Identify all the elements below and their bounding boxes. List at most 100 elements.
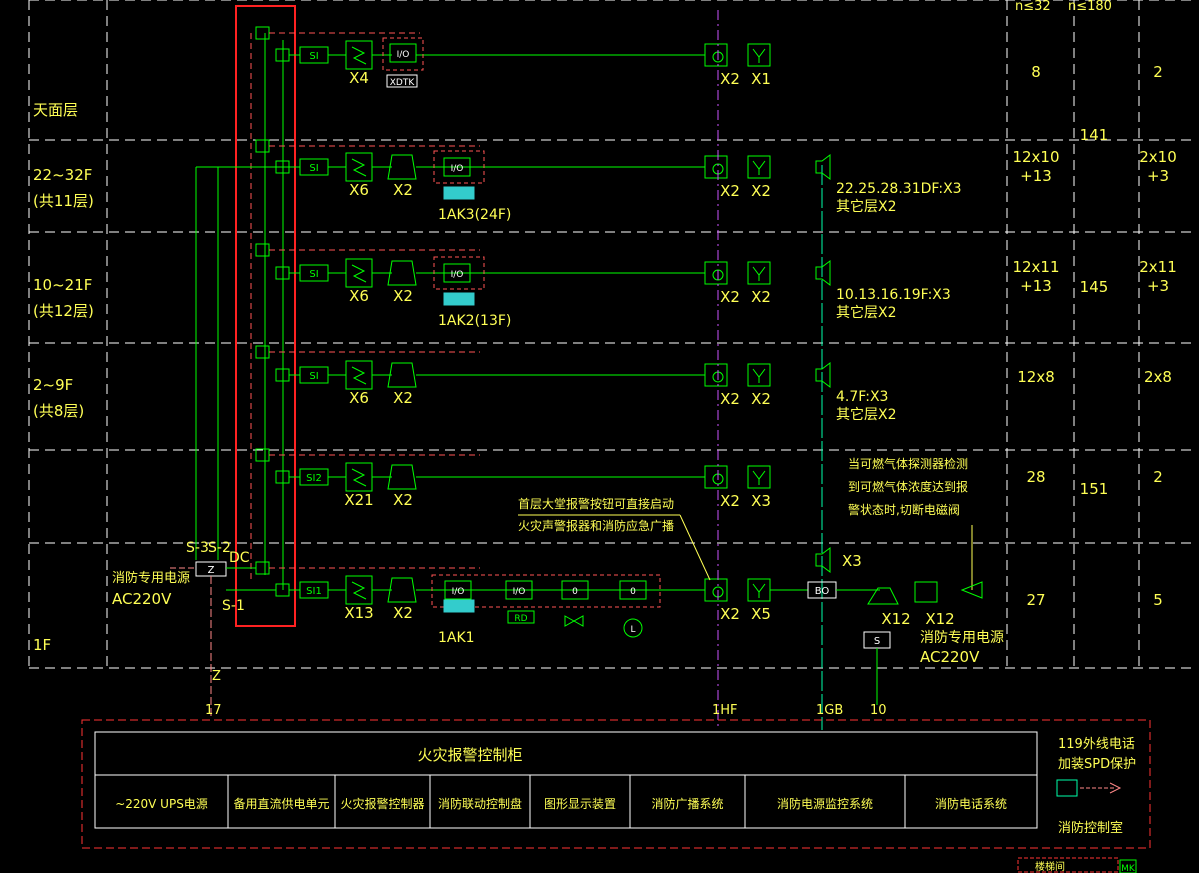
- sensor-icon: [351, 366, 367, 385]
- alarm-qty: X2: [720, 390, 740, 408]
- s1-label: S-1: [222, 598, 245, 614]
- horn-icon: [387, 362, 417, 388]
- sensor-icon: [351, 264, 367, 283]
- dc-label: DC: [229, 550, 250, 566]
- speaker-qty: X3: [842, 552, 862, 570]
- bo-label: BO: [815, 586, 830, 597]
- si-label: SI2: [306, 473, 322, 484]
- level-label: L: [630, 625, 635, 635]
- io-label: I/O: [451, 270, 464, 280]
- total-2: 145: [1080, 278, 1109, 296]
- io-label: I/O: [452, 587, 465, 597]
- bell-icon: [752, 48, 766, 63]
- note-line: [679, 514, 711, 581]
- alarm-box: [704, 155, 728, 179]
- sensor-qty: X13: [344, 604, 373, 622]
- horn-qty: X2: [393, 389, 413, 407]
- horn-qty: X2: [393, 287, 413, 305]
- footer-text: 楼梯间: [1035, 860, 1065, 873]
- floor-name: 22~32F: [33, 166, 92, 184]
- si-label: SI1: [306, 586, 322, 597]
- rd-label: RD: [514, 614, 527, 624]
- count2: 2: [1153, 468, 1163, 486]
- alarm-box: [704, 261, 728, 285]
- power-right-1: 消防专用电源: [920, 630, 1004, 646]
- horn-icon: [387, 464, 417, 490]
- module-block: [443, 292, 475, 306]
- alarm-qty: X2: [720, 182, 740, 200]
- count2b: +3: [1147, 277, 1169, 295]
- hall-note: 火灾声警报器和消防应急广播: [518, 518, 674, 533]
- panel-cell: ~220V UPS电源: [115, 797, 208, 811]
- header-col1: n≤32: [1015, 0, 1051, 14]
- sensor-icon: [351, 158, 367, 177]
- horn-icon: [387, 260, 417, 286]
- panel-cell: 消防广播系统: [651, 796, 723, 811]
- bus-10: 10: [870, 703, 887, 718]
- panel-right-2: 加装SPD保护: [1058, 757, 1136, 772]
- riser-node: [255, 139, 270, 153]
- count2: 2x10: [1139, 148, 1177, 166]
- speaker-icon: [815, 362, 831, 388]
- floor-name: 天面层: [33, 101, 78, 119]
- power-right-2: AC220V: [920, 648, 980, 666]
- bus-1gb: 1GB: [816, 703, 843, 718]
- floor-sub: (共8层): [33, 402, 84, 420]
- alarm-qty: X2: [720, 605, 740, 623]
- sensor-icon: [351, 581, 367, 600]
- panel-outer: [81, 719, 1151, 849]
- floor-name: 10~21F: [33, 276, 92, 294]
- speaker-note2: 其它层X2: [836, 406, 897, 423]
- gas-qty2: X12: [925, 610, 954, 628]
- power-left-1: 消防专用电源: [112, 570, 190, 586]
- module-label: 1AK2(13F): [438, 313, 511, 329]
- riser-node: [255, 448, 270, 462]
- power-left-2: AC220V: [112, 590, 172, 608]
- panel-cell: 消防电源监控系统: [777, 796, 873, 811]
- valve-icon: [564, 615, 584, 627]
- header-col2: n≤180: [1068, 0, 1112, 14]
- z-label: Z: [208, 565, 215, 576]
- alarm-box: [704, 578, 728, 602]
- panel-cell: 消防电话系统: [935, 796, 1007, 811]
- riser-node: [255, 345, 270, 359]
- phone-box: [1056, 779, 1078, 797]
- bell-qty: X5: [751, 605, 771, 623]
- count1b: +13: [1020, 167, 1052, 185]
- count1: 12x8: [1017, 368, 1055, 386]
- panel-right-1: 119外线电话: [1058, 737, 1135, 752]
- gas-note: 当可燃气体探测器检测: [848, 456, 968, 471]
- bell-qty: X2: [751, 390, 771, 408]
- floor-name: 1F: [33, 636, 51, 654]
- count1b: +13: [1020, 277, 1052, 295]
- count2: 2x8: [1144, 368, 1172, 386]
- sensor-icon: [351, 468, 367, 487]
- panel-inner: [94, 731, 1038, 829]
- io-label: I/O: [451, 164, 464, 174]
- floor-sub: (共12层): [33, 302, 94, 320]
- count1: 28: [1026, 468, 1045, 486]
- bell-qty: X3: [751, 492, 771, 510]
- speaker-note2: 其它层X2: [836, 304, 897, 321]
- gas-box: [914, 581, 938, 603]
- bell-qty: X1: [751, 70, 771, 88]
- module-label: 1AK1: [438, 630, 475, 646]
- io-label: 0: [572, 587, 578, 597]
- riser-node: [255, 26, 270, 40]
- panel-cell: 图形显示装置: [544, 797, 616, 811]
- panel-cell: 备用直流供电单元: [233, 797, 329, 811]
- si-label: SI: [309, 371, 318, 382]
- sensor-qty: X6: [349, 181, 369, 199]
- module-block: [443, 186, 475, 200]
- module-label: 1AK3(24F): [438, 207, 511, 223]
- count2: 2: [1153, 63, 1163, 81]
- floor-name: 2~9F: [33, 376, 73, 394]
- module-block: [443, 599, 475, 613]
- speaker-note: 10.13.16.19F:X3: [836, 287, 951, 303]
- io-label: 0: [630, 587, 636, 597]
- bus-17: 17: [205, 703, 222, 718]
- count1: 8: [1031, 63, 1041, 81]
- s3-label: S-3: [186, 540, 209, 556]
- bell-qty: X2: [751, 182, 771, 200]
- count1: 27: [1026, 591, 1045, 609]
